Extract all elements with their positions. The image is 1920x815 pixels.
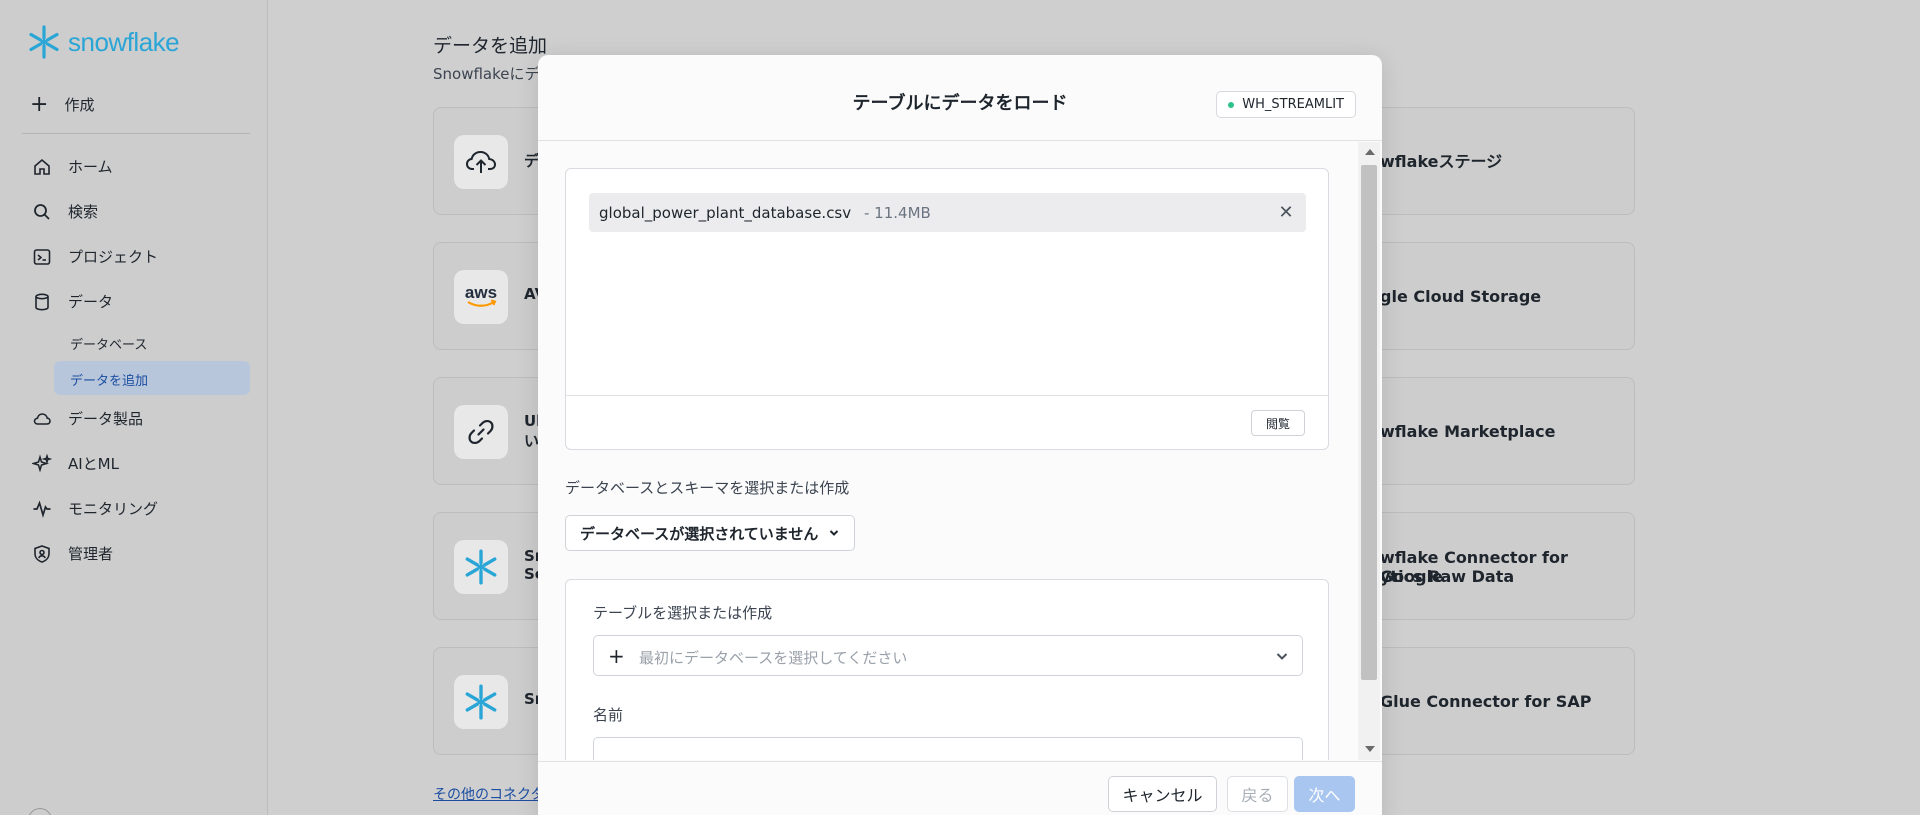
sidebar-item-label: ホーム bbox=[68, 158, 113, 176]
home-icon bbox=[34, 158, 50, 175]
sidebar-item-label: AIとML bbox=[68, 455, 119, 473]
create-label: 作成 bbox=[64, 96, 95, 114]
database-icon bbox=[35, 292, 49, 311]
cloud-icon bbox=[33, 412, 51, 425]
search-icon bbox=[34, 203, 50, 220]
card-label-right: gle Cloud Storage bbox=[1380, 287, 1542, 306]
sidebar-subitem-label: データを追加 bbox=[70, 374, 149, 389]
warehouse-name: WH_STREAMLIT bbox=[1242, 97, 1344, 112]
sidebar-item-home[interactable]: ホーム bbox=[32, 156, 113, 177]
sidebar: snowflake + 作成 ホーム 検索 プロジェクト データ データベース … bbox=[0, 0, 268, 815]
sidebar-item-label: プロジェクト bbox=[68, 248, 159, 266]
snowflake-icon bbox=[454, 540, 508, 594]
snowflake-logo-icon bbox=[29, 25, 59, 59]
modal-scrollbar[interactable] bbox=[1358, 142, 1380, 760]
modal-footer: キャンセル 戻る 次へ bbox=[538, 761, 1382, 815]
svg-text:aws: aws bbox=[465, 283, 497, 302]
card-label-right: wflakeステージ bbox=[1380, 152, 1503, 171]
more-connectors-link[interactable]: その他のコネクタ bbox=[433, 784, 544, 804]
back-button[interactable]: 戻る bbox=[1227, 776, 1288, 812]
next-button[interactable]: 次へ bbox=[1294, 776, 1355, 812]
scroll-down-arrow-icon[interactable] bbox=[1365, 746, 1375, 752]
sidebar-item-monitoring[interactable]: モニタリング bbox=[32, 498, 158, 519]
status-dot-icon bbox=[1228, 101, 1235, 108]
browse-button[interactable]: 閲覧 bbox=[1250, 410, 1305, 436]
sparkle-icon bbox=[32, 453, 52, 473]
scroll-up-arrow-icon[interactable] bbox=[1365, 149, 1375, 155]
snowflake-logo[interactable]: snowflake bbox=[26, 24, 180, 60]
sidebar-subitem-add-data[interactable]: データを追加 bbox=[54, 361, 250, 395]
chevron-down-icon bbox=[830, 530, 839, 536]
activity-icon bbox=[33, 499, 51, 518]
table-label: テーブルを選択または作成 bbox=[593, 604, 773, 622]
drop-zone-divider bbox=[566, 395, 1328, 396]
card-label: デ bbox=[524, 152, 540, 170]
card-label-line2: い bbox=[524, 432, 540, 450]
modal-body: global_power_plant_database.csv - 11.4MB… bbox=[538, 142, 1358, 760]
remove-file-close-icon[interactable]: ✕ bbox=[1276, 202, 1296, 223]
modal-header: テーブルにデータをロード WH_STREAMLIT bbox=[538, 55, 1382, 141]
sidebar-item-projects[interactable]: プロジェクト bbox=[32, 246, 158, 267]
database-select-value: データベースが選択されていません bbox=[580, 524, 819, 543]
terminal-icon bbox=[33, 248, 51, 265]
scrollbar-thumb[interactable] bbox=[1361, 165, 1377, 680]
aws-logo-icon: aws bbox=[454, 270, 508, 324]
file-size: - 11.4MB bbox=[864, 204, 931, 222]
plus-icon: + bbox=[608, 644, 625, 668]
page-title: データを追加 bbox=[433, 35, 548, 57]
table-select[interactable]: + 最初にデータベースを選択してください bbox=[593, 635, 1303, 676]
sidebar-item-label: データ製品 bbox=[68, 410, 144, 428]
sidebar-item-label: 管理者 bbox=[68, 545, 114, 563]
card-label-right-line2: ytics Raw Data bbox=[1380, 567, 1515, 586]
sidebar-item-label: 検索 bbox=[68, 203, 99, 221]
table-select-placeholder: 最初にデータベースを選択してください bbox=[639, 649, 908, 667]
sidebar-item-label: モニタリング bbox=[68, 500, 159, 518]
sidebar-item-label: データ bbox=[68, 293, 114, 311]
load-data-modal: テーブルにデータをロード WH_STREAMLIT global_power_p… bbox=[538, 55, 1382, 815]
selected-file-chip: global_power_plant_database.csv - 11.4MB… bbox=[589, 193, 1306, 232]
sidebar-item-data-products[interactable]: データ製品 bbox=[32, 408, 143, 429]
page-subtitle: Snowflakeにデ bbox=[433, 65, 540, 83]
sidebar-item-ai-ml[interactable]: AIとML bbox=[32, 453, 119, 474]
cancel-button[interactable]: キャンセル bbox=[1108, 776, 1217, 812]
chevron-down-icon bbox=[1276, 653, 1288, 660]
link-icon bbox=[454, 405, 508, 459]
file-drop-zone[interactable]: global_power_plant_database.csv - 11.4MB… bbox=[565, 168, 1329, 450]
sidebar-subitem-databases[interactable]: データベース bbox=[70, 334, 147, 353]
database-select[interactable]: データベースが選択されていません bbox=[565, 515, 856, 551]
sidebar-item-data[interactable]: データ bbox=[32, 291, 113, 312]
sidebar-item-admin[interactable]: 管理者 bbox=[32, 543, 113, 564]
sidebar-item-search[interactable]: 検索 bbox=[32, 201, 98, 222]
sidebar-divider bbox=[22, 133, 250, 134]
file-name: global_power_plant_database.csv bbox=[599, 204, 852, 222]
shield-icon bbox=[34, 544, 50, 563]
upload-cloud-icon bbox=[454, 135, 508, 189]
table-name-input[interactable] bbox=[593, 737, 1303, 760]
user-avatar[interactable] bbox=[28, 808, 52, 815]
create-button[interactable]: + 作成 bbox=[30, 91, 95, 117]
card-label-right: Glue Connector for SAP bbox=[1380, 692, 1592, 711]
logo-text: snowflake bbox=[68, 26, 180, 57]
card-label-right: wflake Marketplace bbox=[1380, 422, 1556, 441]
warehouse-selector[interactable]: WH_STREAMLIT bbox=[1216, 91, 1356, 118]
db-schema-label: データベースとスキーマを選択または作成 bbox=[565, 479, 850, 497]
snowflake-icon bbox=[454, 675, 508, 729]
plus-icon: + bbox=[30, 91, 49, 117]
name-label: 名前 bbox=[593, 706, 624, 724]
table-section: テーブルを選択または作成 + 最初にデータベースを選択してください 名前 bbox=[565, 579, 1329, 760]
